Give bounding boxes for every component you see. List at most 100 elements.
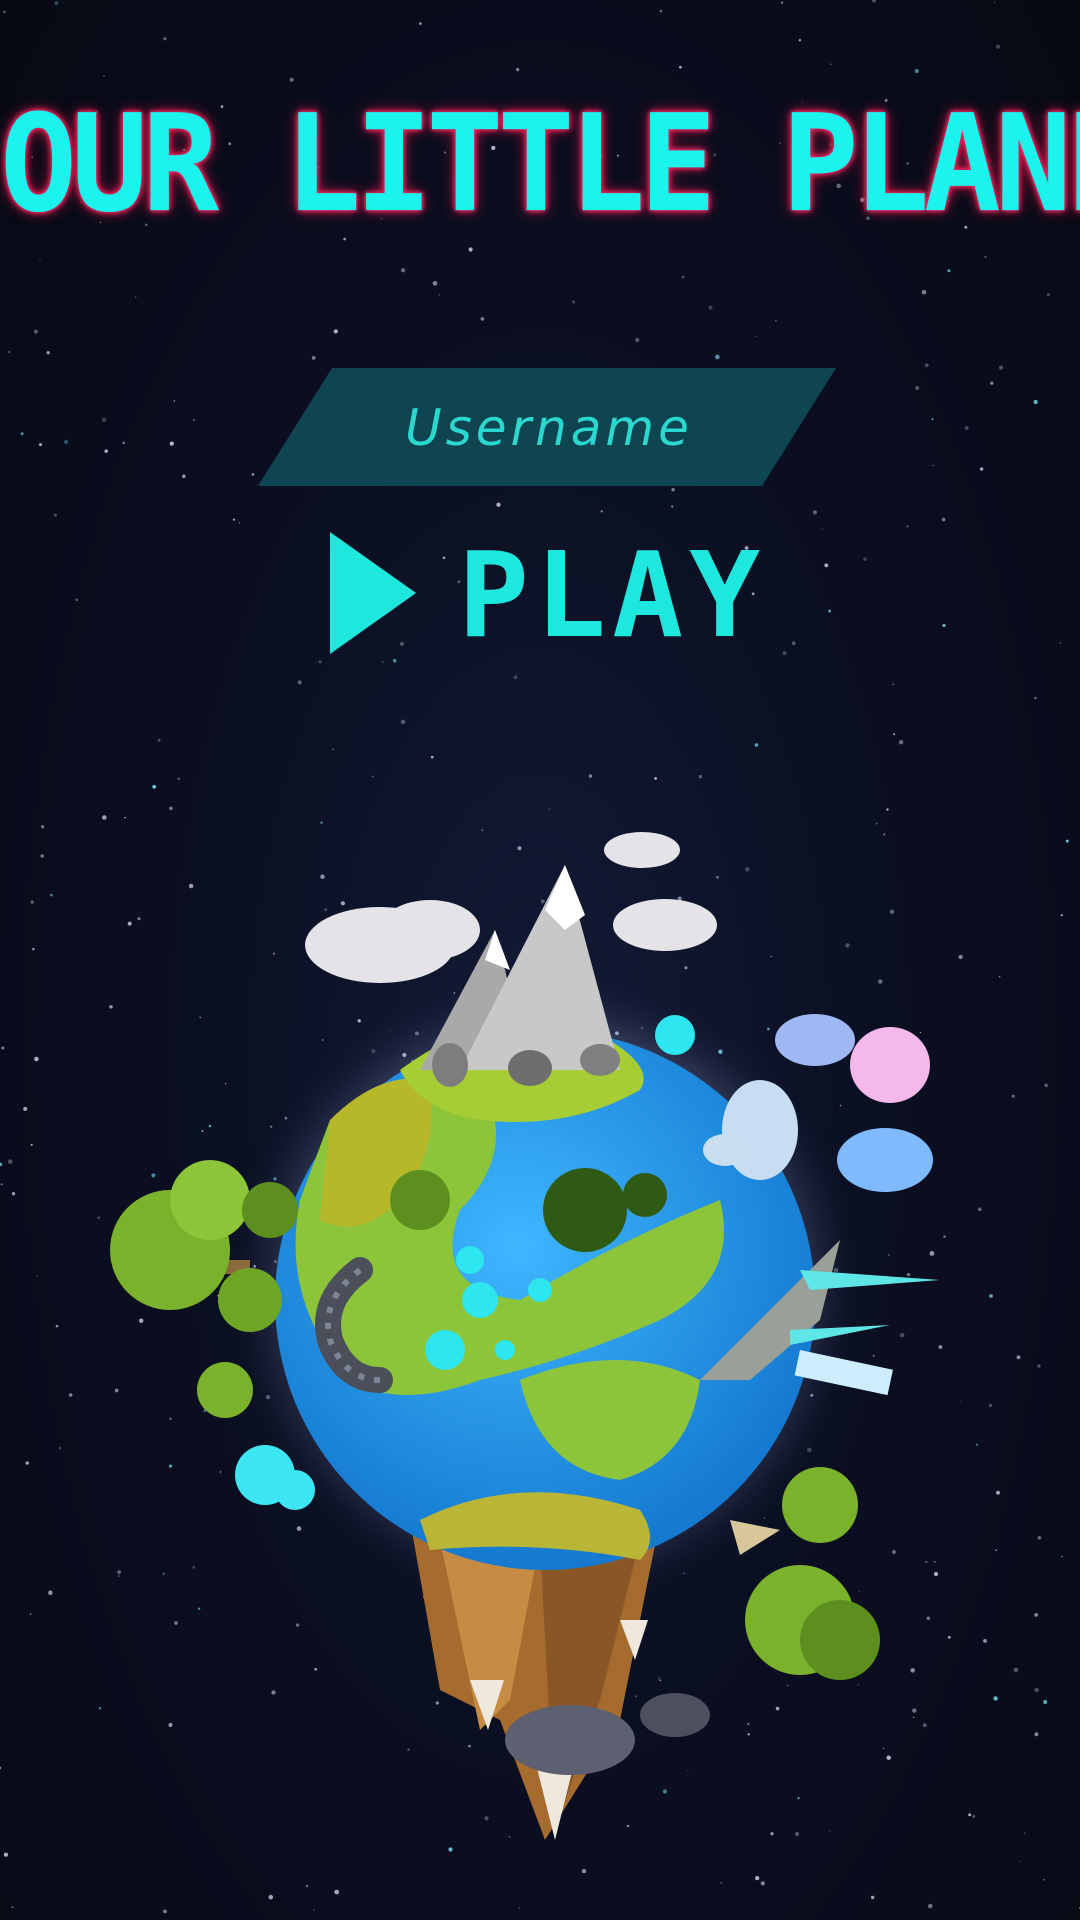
star	[635, 337, 640, 343]
star	[600, 510, 603, 513]
star	[571, 300, 576, 304]
star	[1011, 1094, 1016, 1099]
star	[1034, 1732, 1039, 1737]
star	[334, 1889, 340, 1895]
play-button[interactable]: PLAY	[330, 530, 760, 660]
star	[754, 743, 759, 747]
star	[11, 1906, 14, 1909]
star	[548, 808, 551, 811]
star	[760, 1881, 765, 1886]
star	[430, 755, 434, 759]
star	[157, 738, 161, 742]
star	[984, 255, 987, 259]
star	[181, 474, 186, 479]
star	[480, 317, 485, 321]
star	[177, 777, 180, 780]
star	[988, 1403, 993, 1408]
star	[169, 441, 174, 446]
star	[780, 1, 784, 4]
star	[371, 775, 374, 778]
star	[828, 609, 831, 613]
star	[996, 1490, 1000, 1495]
star	[659, 9, 662, 13]
star	[68, 1393, 73, 1397]
star	[54, 1, 59, 6]
planet-illustration	[110, 832, 940, 1840]
star	[438, 294, 441, 296]
star	[3, 10, 6, 14]
username-input[interactable]	[328, 390, 770, 466]
star	[313, 1909, 315, 1911]
star	[25, 1461, 29, 1465]
star	[332, 748, 335, 751]
star	[232, 518, 236, 521]
star	[893, 733, 896, 736]
star	[306, 1884, 309, 1887]
star	[1059, 642, 1062, 645]
star	[0, 1183, 3, 1186]
star	[995, 1549, 998, 1552]
star	[238, 521, 241, 524]
star	[163, 1909, 167, 1914]
star	[32, 947, 35, 951]
star	[698, 774, 703, 779]
star	[173, 399, 176, 402]
star	[135, 296, 137, 298]
star	[898, 739, 904, 745]
star	[979, 467, 984, 471]
star	[993, 1, 996, 4]
star	[1044, 1083, 1049, 1088]
star	[58, 1446, 62, 1450]
star	[400, 719, 406, 725]
star	[754, 335, 757, 338]
star	[782, 650, 787, 656]
star	[1046, 293, 1051, 297]
star	[941, 517, 946, 522]
star	[679, 65, 682, 69]
star	[995, 44, 1001, 49]
star	[432, 280, 438, 286]
star	[863, 557, 867, 561]
star	[812, 510, 817, 515]
star	[193, 419, 195, 421]
star	[671, 505, 674, 508]
star	[1037, 1536, 1042, 1540]
star	[318, 660, 322, 664]
star	[311, 355, 316, 360]
star	[906, 525, 909, 528]
star	[1034, 1613, 1038, 1617]
play-button-label: PLAY	[458, 526, 767, 664]
star	[64, 439, 69, 444]
star	[251, 473, 255, 476]
star	[400, 268, 406, 273]
star	[872, 0, 876, 3]
star	[333, 329, 338, 334]
star	[927, 1903, 933, 1909]
star	[297, 680, 302, 685]
star	[755, 1875, 760, 1881]
star	[871, 1895, 875, 1900]
star	[419, 22, 422, 25]
star	[983, 1638, 987, 1643]
star	[8, 1159, 13, 1164]
star	[7, 350, 11, 354]
star	[496, 502, 501, 507]
star	[886, 808, 889, 811]
star	[588, 774, 593, 778]
star	[75, 598, 78, 601]
star	[681, 275, 685, 279]
game-title: OUR LITTLE PLANET	[0, 86, 1080, 243]
star	[50, 893, 53, 897]
star	[824, 563, 829, 568]
star	[36, 1275, 38, 1277]
star	[924, 363, 929, 368]
star	[1060, 914, 1063, 917]
star	[915, 386, 920, 390]
username-field[interactable]	[258, 368, 836, 486]
star	[53, 513, 57, 517]
star	[122, 441, 125, 445]
star	[38, 443, 43, 447]
star	[513, 675, 518, 680]
star	[39, 260, 41, 262]
star	[29, 1613, 32, 1615]
